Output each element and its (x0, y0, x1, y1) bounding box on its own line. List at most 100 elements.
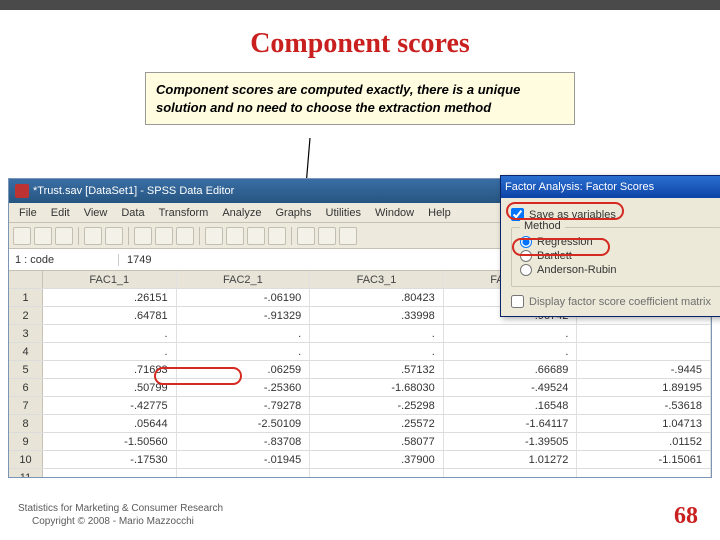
radio-regression[interactable]: Regression (520, 236, 712, 248)
menu-view[interactable]: View (78, 205, 114, 221)
data-cell[interactable]: . (177, 325, 311, 342)
data-cell[interactable]: -1.64117 (444, 415, 578, 432)
toolbar-button[interactable] (84, 227, 102, 245)
cell-value[interactable]: 1749 (119, 254, 159, 266)
data-cell[interactable]: .25572 (310, 415, 444, 432)
data-cell[interactable]: .06259 (177, 361, 311, 378)
data-cell[interactable]: 1.04713 (577, 415, 711, 432)
data-cell[interactable] (310, 469, 444, 478)
data-cell[interactable]: .37900 (310, 451, 444, 468)
row-number[interactable]: 6 (9, 379, 43, 396)
menu-utilities[interactable]: Utilities (320, 205, 367, 221)
data-cell[interactable]: -.01945 (177, 451, 311, 468)
data-cell[interactable]: . (444, 325, 578, 342)
data-cell[interactable]: 1.01272 (444, 451, 578, 468)
data-cell[interactable]: .01152 (577, 433, 711, 450)
data-cell[interactable]: .16548 (444, 397, 578, 414)
row-number[interactable]: 2 (9, 307, 43, 324)
data-cell[interactable]: -.49524 (444, 379, 578, 396)
row-number[interactable]: 10 (9, 451, 43, 468)
radio-icon[interactable] (520, 264, 532, 276)
table-row[interactable]: 3.... (9, 325, 711, 343)
data-cell[interactable]: -1.68030 (310, 379, 444, 396)
table-row[interactable]: 5.71683.06259.57132.66689-.9445 (9, 361, 711, 379)
row-number[interactable]: 4 (9, 343, 43, 360)
checkbox-icon[interactable] (511, 295, 524, 308)
radio-bartlett[interactable]: Bartlett (520, 250, 712, 262)
data-cell[interactable]: -.83708 (177, 433, 311, 450)
toolbar-button[interactable] (226, 227, 244, 245)
data-cell[interactable] (177, 469, 311, 478)
toolbar-button[interactable] (205, 227, 223, 245)
data-cell[interactable] (444, 469, 578, 478)
menu-transform[interactable]: Transform (153, 205, 215, 221)
data-cell[interactable]: .58077 (310, 433, 444, 450)
data-cell[interactable]: .26151 (43, 289, 177, 306)
data-cell[interactable]: -.79278 (177, 397, 311, 414)
menu-analyze[interactable]: Analyze (216, 205, 267, 221)
toolbar-button[interactable] (339, 227, 357, 245)
data-cell[interactable]: . (444, 343, 578, 360)
toolbar-button[interactable] (176, 227, 194, 245)
data-cell[interactable]: .66689 (444, 361, 578, 378)
table-row[interactable]: 4.... (9, 343, 711, 361)
toolbar-button[interactable] (268, 227, 286, 245)
toolbar-button[interactable] (247, 227, 265, 245)
data-cell[interactable]: . (310, 343, 444, 360)
radio-anderson-rubin[interactable]: Anderson-Rubin (520, 264, 712, 276)
data-cell[interactable] (577, 469, 711, 478)
data-cell[interactable]: -2.50109 (177, 415, 311, 432)
cell-address[interactable]: 1 : code (9, 254, 119, 266)
toolbar-button[interactable] (318, 227, 336, 245)
menu-data[interactable]: Data (115, 205, 150, 221)
menu-edit[interactable]: Edit (45, 205, 76, 221)
data-cell[interactable]: . (310, 325, 444, 342)
table-row[interactable]: 11 (9, 469, 711, 478)
data-cell[interactable]: -.42775 (43, 397, 177, 414)
data-cell[interactable]: -.91329 (177, 307, 311, 324)
data-cell[interactable]: -.25298 (310, 397, 444, 414)
row-number[interactable]: 1 (9, 289, 43, 306)
data-cell[interactable] (577, 325, 711, 342)
radio-icon[interactable] (520, 250, 532, 262)
data-cell[interactable] (577, 343, 711, 360)
display-coeff-checkbox[interactable]: Display factor score coefficient matrix (511, 295, 720, 308)
data-cell[interactable]: . (43, 343, 177, 360)
data-cell[interactable]: -.53618 (577, 397, 711, 414)
data-cell[interactable]: .80423 (310, 289, 444, 306)
data-cell[interactable]: .64781 (43, 307, 177, 324)
menu-file[interactable]: File (13, 205, 43, 221)
toolbar-button[interactable] (13, 227, 31, 245)
toolbar-button[interactable] (297, 227, 315, 245)
menu-window[interactable]: Window (369, 205, 420, 221)
row-number[interactable]: 7 (9, 397, 43, 414)
data-cell[interactable]: -1.50560 (43, 433, 177, 450)
table-row[interactable]: 6.50799-.25360-1.68030-.495241.89195 (9, 379, 711, 397)
menu-help[interactable]: Help (422, 205, 457, 221)
column-header[interactable]: FAC3_1 (310, 271, 444, 288)
row-number[interactable]: 9 (9, 433, 43, 450)
radio-icon[interactable] (520, 236, 532, 248)
table-row[interactable]: 10-.17530-.01945.379001.01272-1.15061 (9, 451, 711, 469)
data-cell[interactable]: -1.39505 (444, 433, 578, 450)
row-number[interactable]: 8 (9, 415, 43, 432)
data-cell[interactable]: .50799 (43, 379, 177, 396)
table-row[interactable]: 7-.42775-.79278-.25298.16548-.53618 (9, 397, 711, 415)
data-cell[interactable]: .57132 (310, 361, 444, 378)
data-cell[interactable]: -.25360 (177, 379, 311, 396)
toolbar-button[interactable] (34, 227, 52, 245)
row-number[interactable]: 11 (9, 469, 43, 478)
data-cell[interactable]: .33998 (310, 307, 444, 324)
data-cell[interactable]: -1.15061 (577, 451, 711, 468)
menu-graphs[interactable]: Graphs (269, 205, 317, 221)
table-row[interactable]: 9-1.50560-.83708.58077-1.39505.01152 (9, 433, 711, 451)
data-cell[interactable]: -.9445 (577, 361, 711, 378)
toolbar-button[interactable] (105, 227, 123, 245)
toolbar-button[interactable] (155, 227, 173, 245)
data-cell[interactable]: 1.89195 (577, 379, 711, 396)
toolbar-button[interactable] (134, 227, 152, 245)
data-cell[interactable]: -.06190 (177, 289, 311, 306)
column-header[interactable]: FAC1_1 (43, 271, 177, 288)
row-number[interactable]: 3 (9, 325, 43, 342)
data-cell[interactable]: .71683 (43, 361, 177, 378)
